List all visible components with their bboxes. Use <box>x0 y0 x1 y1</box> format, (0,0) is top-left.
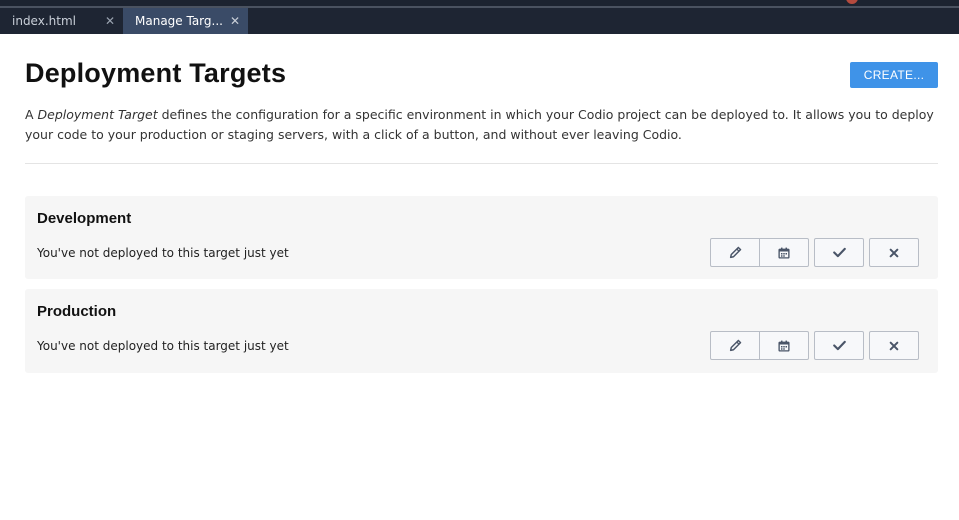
close-icon <box>889 341 899 350</box>
section-divider <box>25 163 938 164</box>
edit-target-button[interactable] <box>710 238 760 267</box>
tab-close-icon[interactable]: ✕ <box>228 8 242 34</box>
description-rest: defines the configuration for a specific… <box>25 107 934 142</box>
create-button[interactable]: CREATE... <box>850 62 938 88</box>
pencil-icon <box>729 339 741 352</box>
check-icon <box>832 340 846 351</box>
target-status: You've not deployed to this target just … <box>37 339 289 353</box>
tab-label: index.html <box>12 14 76 28</box>
page-title: Deployment Targets <box>25 58 287 88</box>
pencil-icon <box>729 246 741 259</box>
schedule-target-button[interactable] <box>760 331 809 360</box>
calendar-icon <box>778 247 790 259</box>
tab-close-icon[interactable]: ✕ <box>103 8 117 34</box>
tab-index-html[interactable]: index.html ✕ <box>0 8 123 34</box>
deploy-target-button[interactable] <box>814 331 864 360</box>
target-actions <box>710 331 919 360</box>
target-name: Development <box>37 210 132 227</box>
target-card-development: Development You've not deployed to this … <box>25 196 938 279</box>
tab-manage-targets[interactable]: Manage Targ... ✕ <box>123 8 248 34</box>
tab-label: Manage Targ... <box>135 14 223 28</box>
target-actions <box>710 238 919 267</box>
description-term: Deployment Target <box>37 107 158 122</box>
close-icon <box>889 248 899 257</box>
target-status: You've not deployed to this target just … <box>37 246 289 260</box>
window-control-dot[interactable] <box>846 0 858 4</box>
deploy-target-button[interactable] <box>814 238 864 267</box>
check-icon <box>832 247 846 258</box>
calendar-icon <box>778 340 790 352</box>
edit-target-button[interactable] <box>710 331 760 360</box>
page-description: A Deployment Target defines the configur… <box>25 105 935 145</box>
target-name: Production <box>37 303 117 320</box>
editor-tab-bar: index.html ✕ Manage Targ... ✕ <box>0 8 959 34</box>
description-prefix: A <box>25 107 38 122</box>
window-top-strip <box>0 0 959 8</box>
schedule-target-button[interactable] <box>760 238 809 267</box>
delete-target-button[interactable] <box>869 238 919 267</box>
app-window: index.html ✕ Manage Targ... ✕ Deployment… <box>0 0 959 520</box>
delete-target-button[interactable] <box>869 331 919 360</box>
target-card-production: Production You've not deployed to this t… <box>25 289 938 373</box>
